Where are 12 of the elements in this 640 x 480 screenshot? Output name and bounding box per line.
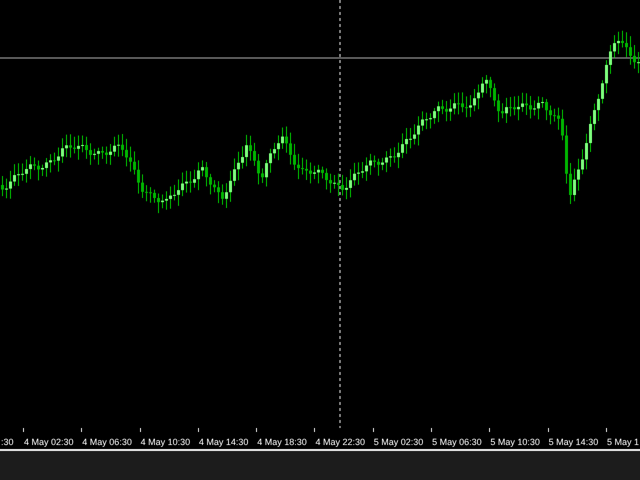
time-axis-label: 4 May 02:30 — [24, 437, 74, 447]
time-axis-label: 5 May 10:30 — [490, 437, 540, 447]
time-axis-label: 4 May 14:30 — [198, 437, 248, 447]
time-axis-label: 5 May 02:30 — [374, 437, 424, 447]
time-axis-label: 4 May 10:30 — [140, 437, 190, 447]
time-axis-label: :30 — [1, 437, 14, 447]
time-axis-label: 4 May 06:30 — [82, 437, 132, 447]
time-axis-label: 4 May 18:30 — [257, 437, 307, 447]
time-axis-label: 5 May 06:30 — [432, 437, 482, 447]
time-axis-label: 4 May 22:30 — [315, 437, 366, 447]
time-axis-label: 5 May 14:30 — [548, 437, 598, 447]
time-axis-label: 5 May 1 — [606, 437, 639, 447]
